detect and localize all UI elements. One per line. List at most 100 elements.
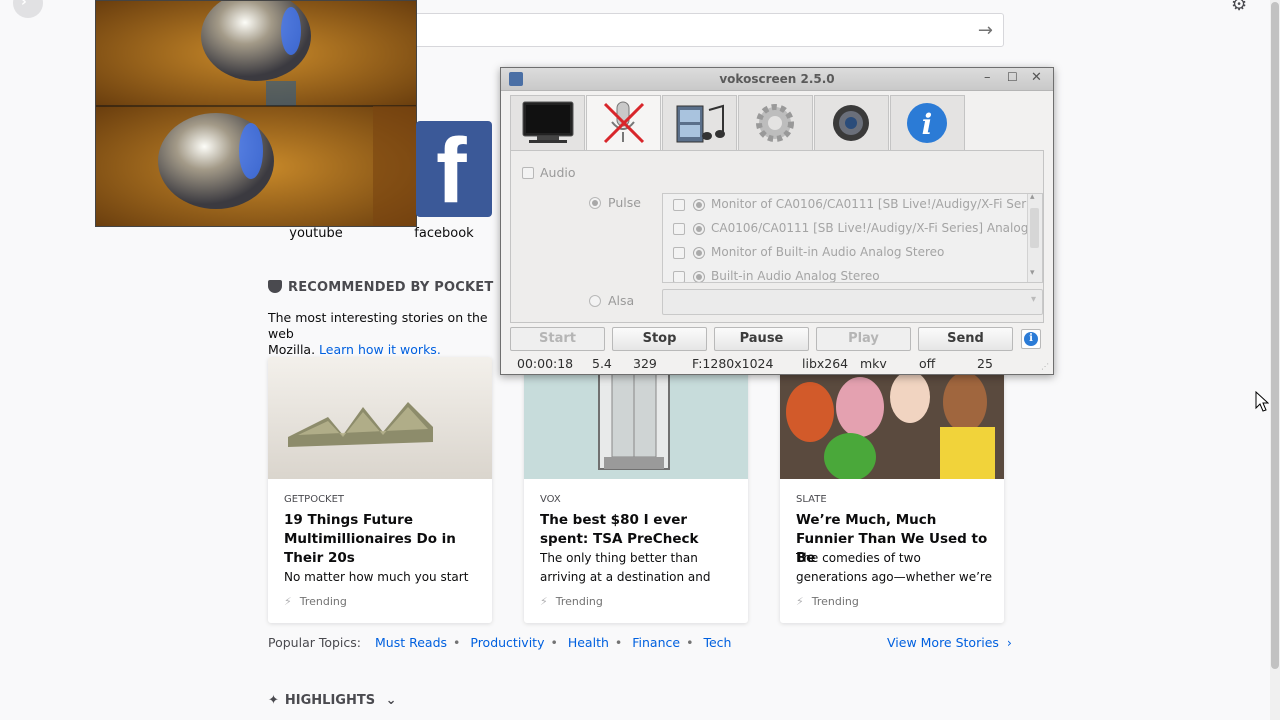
audio-checkbox[interactable] bbox=[522, 167, 534, 179]
svg-text:i: i bbox=[922, 108, 933, 141]
bolt-icon: ⚡ bbox=[540, 595, 548, 608]
info-icon: i bbox=[1024, 332, 1038, 346]
device-checkbox[interactable] bbox=[673, 223, 685, 235]
alsa-label: Alsa bbox=[608, 293, 635, 308]
device-checkbox[interactable] bbox=[673, 247, 685, 259]
tab-audio[interactable] bbox=[586, 95, 661, 151]
topic-link[interactable]: Must Reads bbox=[375, 635, 447, 650]
chevron-down-icon[interactable]: ⌄ bbox=[386, 693, 397, 708]
chevron-right-icon: › bbox=[1006, 635, 1012, 650]
title-bar[interactable]: vokoscreen 2.5.0 – ☐ ✕ bbox=[501, 68, 1053, 91]
story-image bbox=[780, 357, 1004, 481]
trending-label: ⚡ Trending bbox=[284, 595, 347, 608]
webcam-icon bbox=[833, 105, 869, 141]
microphone-muted-icon bbox=[603, 101, 645, 144]
story-source: SLATE bbox=[796, 494, 827, 505]
story-source: GETPOCKET bbox=[284, 494, 345, 505]
status-time: 00:00:18 bbox=[517, 356, 574, 371]
story-description: The only thing better than arriving at a… bbox=[540, 551, 711, 584]
webcam-preview[interactable] bbox=[95, 0, 417, 227]
status-container: mkv bbox=[860, 356, 887, 371]
highlights-heading[interactable]: ✦ HIGHLIGHTS ⌄ bbox=[268, 693, 397, 708]
gear-icon[interactable]: ⚙ bbox=[1231, 0, 1247, 15]
pulse-device-list[interactable]: Monitor of CA0106/CA0111 [SB Live!/Audig… bbox=[662, 193, 1043, 283]
info-button[interactable]: i bbox=[1021, 329, 1041, 349]
topic-link[interactable]: Health bbox=[568, 635, 609, 650]
stop-button[interactable]: Stop bbox=[612, 327, 707, 351]
window-title: vokoscreen 2.5.0 bbox=[719, 72, 835, 86]
device-icon bbox=[693, 223, 705, 235]
alsa-radio[interactable] bbox=[589, 295, 601, 307]
send-button[interactable]: Send bbox=[918, 327, 1013, 351]
story-title: The best $80 I ever spent: TSA PreCheck bbox=[540, 512, 699, 547]
story-title: 19 Things Future Multimillionaires Do in… bbox=[284, 512, 456, 566]
pause-button[interactable]: Pause bbox=[714, 327, 809, 351]
device-list-scrollbar[interactable]: ▴ ▾ bbox=[1027, 194, 1042, 282]
play-button[interactable]: Play bbox=[816, 327, 911, 351]
story-source: VOX bbox=[540, 494, 561, 505]
tab-screen[interactable] bbox=[510, 95, 585, 150]
audio-panel: Audio Pulse Monitor of CA0106/CA0111 [SB… bbox=[510, 150, 1044, 323]
device-checkbox[interactable] bbox=[673, 199, 685, 211]
arrow-right-icon[interactable]: → bbox=[978, 20, 993, 41]
ghost-glyph: › bbox=[21, 0, 27, 10]
resize-grip-icon[interactable]: ⋰ bbox=[1041, 362, 1049, 371]
pocket-intro: The most interesting stories on the web … bbox=[268, 310, 488, 357]
scrollbar-thumb[interactable] bbox=[1271, 2, 1279, 669]
search-input[interactable]: → bbox=[330, 13, 1004, 47]
bolt-icon: ⚡ bbox=[284, 595, 292, 608]
story-card[interactable]: SLATE We’re Much, Much Funnier Than We U… bbox=[780, 357, 1004, 623]
status-audio: off bbox=[919, 356, 936, 371]
vokoscreen-window[interactable]: vokoscreen 2.5.0 – ☐ ✕ i Audio Pulse Mon… bbox=[500, 67, 1054, 375]
facebook-logo-icon: f bbox=[436, 121, 467, 217]
mouse-cursor-icon bbox=[1255, 391, 1269, 412]
scroll-thumb[interactable] bbox=[1030, 208, 1039, 248]
film-music-icon bbox=[676, 104, 725, 143]
scroll-down-icon[interactable]: ▾ bbox=[1030, 268, 1035, 278]
device-checkbox[interactable] bbox=[673, 271, 685, 282]
webcam-image bbox=[96, 1, 416, 226]
pulse-radio[interactable] bbox=[589, 197, 601, 209]
pulse-label: Pulse bbox=[608, 195, 641, 210]
story-card[interactable]: VOX The best $80 I ever spent: TSA PreCh… bbox=[524, 357, 748, 623]
pocket-heading[interactable]: RECOMMENDED BY POCKET ⌄ bbox=[268, 280, 515, 295]
popular-topics: Popular Topics: Must Reads • Productivity… bbox=[268, 635, 732, 650]
info-icon: i bbox=[907, 103, 947, 143]
audio-label: Audio bbox=[540, 165, 576, 180]
story-description: The comedies of two generations ago—whet… bbox=[796, 551, 992, 584]
gear-icon bbox=[756, 104, 794, 142]
tab-video[interactable] bbox=[662, 95, 737, 150]
start-button[interactable]: Start bbox=[510, 327, 605, 351]
scroll-up-icon[interactable]: ▴ bbox=[1030, 194, 1035, 202]
topic-link[interactable]: Finance bbox=[632, 635, 680, 650]
maximize-icon[interactable]: ☐ bbox=[1007, 70, 1018, 84]
close-icon[interactable]: ✕ bbox=[1031, 70, 1042, 85]
tab-about[interactable]: i bbox=[890, 95, 965, 150]
story-image bbox=[524, 357, 748, 479]
tab-webcam[interactable] bbox=[814, 95, 889, 150]
learn-how-link[interactable]: Learn how it works. bbox=[319, 342, 441, 357]
status-codec: libx264 bbox=[802, 356, 849, 371]
topic-link[interactable]: Tech bbox=[703, 635, 731, 650]
site-label-facebook[interactable]: facebook bbox=[404, 226, 484, 241]
top-site-icon[interactable]: › bbox=[13, 0, 43, 18]
minimize-icon[interactable]: – bbox=[984, 70, 991, 85]
story-card[interactable]: GETPOCKET 19 Things Future Multimilliona… bbox=[268, 357, 492, 623]
view-more-stories-link[interactable]: View More Stories › bbox=[887, 635, 1012, 650]
tab-settings[interactable] bbox=[738, 95, 813, 150]
story-image bbox=[268, 357, 492, 479]
bolt-icon: ⚡ bbox=[796, 595, 804, 608]
device-icon bbox=[693, 199, 705, 211]
site-label-youtube[interactable]: youtube bbox=[276, 226, 356, 241]
device-icon bbox=[693, 271, 705, 282]
trending-label: ⚡ Trending bbox=[796, 595, 859, 608]
trending-label: ⚡ Trending bbox=[540, 595, 603, 608]
alsa-device-select[interactable]: ▾ bbox=[662, 289, 1043, 315]
device-icon bbox=[693, 247, 705, 259]
topic-link[interactable]: Productivity bbox=[470, 635, 544, 650]
facebook-tile[interactable]: f bbox=[416, 121, 492, 217]
status-frames: 329 bbox=[633, 356, 657, 371]
chevron-down-icon: ▾ bbox=[1030, 294, 1036, 305]
status-fps: 25 bbox=[977, 356, 993, 371]
highlights-icon: ✦ bbox=[268, 693, 279, 708]
